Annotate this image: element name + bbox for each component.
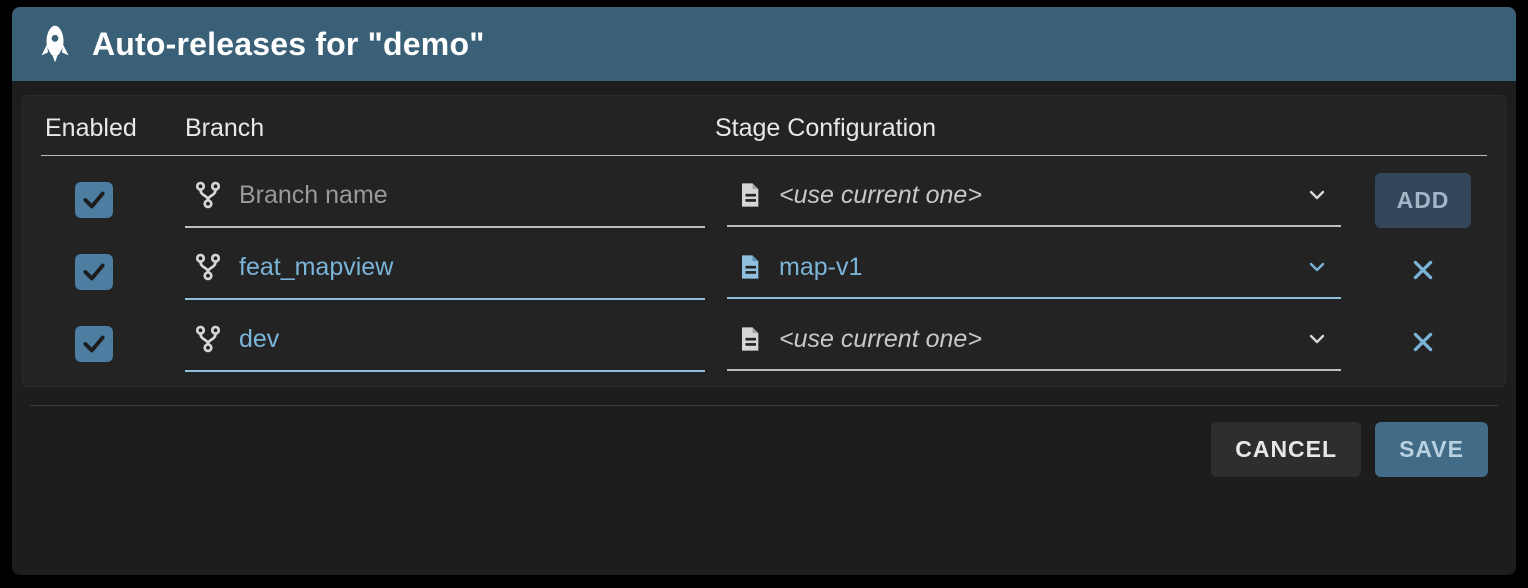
dialog-title: Auto-releases for "demo" (92, 26, 485, 63)
branch-field[interactable] (185, 316, 705, 372)
branch-field[interactable] (185, 244, 705, 300)
col-header-stage: Stage Configuration (715, 114, 1363, 143)
close-icon (1410, 257, 1436, 288)
rules-panel: Enabled Branch Stage Configuration (22, 95, 1506, 387)
stage-value: map-v1 (779, 253, 1289, 282)
git-branch-icon (193, 250, 223, 284)
new-rule-row: <use current one> ADD (41, 156, 1487, 228)
save-button[interactable]: SAVE (1375, 422, 1488, 477)
file-icon (735, 251, 763, 283)
branch-input[interactable] (239, 181, 697, 210)
stage-field[interactable]: map-v1 (727, 245, 1341, 299)
auto-releases-dialog: Auto-releases for "demo" Enabled Branch … (12, 7, 1516, 575)
git-branch-icon (193, 322, 223, 356)
stage-value: <use current one> (779, 181, 1289, 210)
branch-input[interactable] (239, 253, 697, 282)
file-icon (735, 323, 763, 355)
col-header-enabled: Enabled (45, 114, 185, 143)
enabled-checkbox[interactable] (75, 182, 113, 218)
delete-button[interactable] (1399, 248, 1447, 296)
delete-button[interactable] (1399, 320, 1447, 368)
close-icon (1410, 329, 1436, 360)
chevron-down-icon (1305, 183, 1333, 207)
cancel-button[interactable]: CANCEL (1211, 422, 1361, 477)
chevron-down-icon (1305, 255, 1333, 279)
stage-field[interactable]: <use current one> (727, 173, 1341, 227)
rocket-icon (38, 24, 72, 64)
git-branch-icon (193, 178, 223, 212)
table-header: Enabled Branch Stage Configuration (41, 114, 1487, 156)
col-header-branch: Branch (185, 114, 715, 143)
dialog-footer: CANCEL SAVE (12, 406, 1516, 493)
enabled-checkbox[interactable] (75, 254, 113, 290)
stage-value: <use current one> (779, 325, 1289, 354)
rule-row: <use current one> (41, 300, 1487, 372)
branch-input[interactable] (239, 325, 697, 354)
rule-row: map-v1 (41, 228, 1487, 300)
enabled-checkbox[interactable] (75, 326, 113, 362)
branch-field[interactable] (185, 172, 705, 228)
chevron-down-icon (1305, 327, 1333, 351)
stage-field[interactable]: <use current one> (727, 317, 1341, 371)
add-button[interactable]: ADD (1375, 173, 1472, 228)
file-icon (735, 179, 763, 211)
dialog-header: Auto-releases for "demo" (12, 7, 1516, 81)
